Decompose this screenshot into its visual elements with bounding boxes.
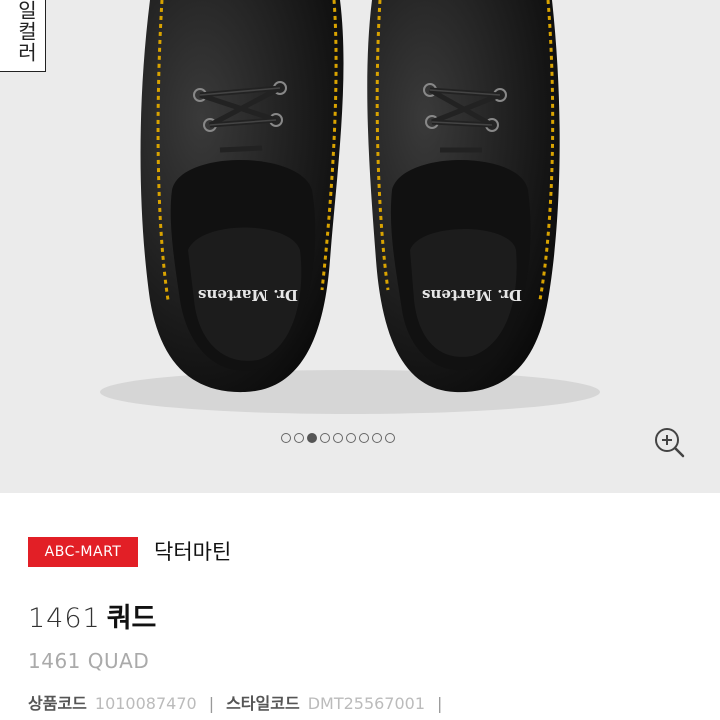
separator: | bbox=[437, 694, 443, 713]
right-insole-logo: Dr. Martens bbox=[422, 286, 522, 304]
left-insole-logo: Dr. Martens bbox=[198, 286, 298, 304]
carousel-dot[interactable] bbox=[372, 433, 382, 443]
carousel-dot[interactable] bbox=[333, 433, 343, 443]
product-image-area[interactable]: Dr. Martens Dr. Martens 일컬러 bbox=[0, 0, 720, 493]
color-option-label[interactable]: 일컬러 bbox=[0, 0, 46, 72]
product-code-label: 상품코드 bbox=[28, 694, 87, 713]
carousel-indicators bbox=[281, 433, 395, 443]
zoom-in-icon[interactable] bbox=[652, 425, 686, 459]
carousel-dot[interactable] bbox=[385, 433, 395, 443]
store-badge[interactable]: ABC-MART bbox=[28, 537, 138, 567]
style-code-label: 스타일코드 bbox=[226, 694, 300, 713]
carousel-dot[interactable] bbox=[320, 433, 330, 443]
style-code-value: DMT25567001 bbox=[307, 694, 426, 713]
carousel-dot[interactable] bbox=[294, 433, 304, 443]
color-option-text: 일컬러 bbox=[14, 0, 38, 63]
brand-name[interactable]: 닥터마틴 bbox=[154, 536, 231, 566]
carousel-dot[interactable] bbox=[346, 433, 356, 443]
product-title: 1461 쿼드 bbox=[28, 596, 156, 635]
product-name: 쿼드 bbox=[106, 603, 157, 634]
separator: | bbox=[208, 694, 215, 713]
carousel-dot[interactable] bbox=[307, 433, 317, 443]
left-shoe: Dr. Martens bbox=[140, 0, 344, 393]
product-code-value: 1010087470 bbox=[94, 694, 197, 713]
shoe-image: Dr. Martens Dr. Martens bbox=[100, 0, 600, 414]
product-subtitle: 1461 QUAD bbox=[28, 649, 150, 673]
carousel-dot[interactable] bbox=[359, 433, 369, 443]
carousel-dot[interactable] bbox=[281, 433, 291, 443]
right-shoe: Dr. Martens bbox=[367, 0, 560, 393]
product-codes: 상품코드 1010087470 | 스타일코드 DMT25567001 | bbox=[28, 690, 454, 714]
model-number: 1461 bbox=[28, 603, 101, 634]
